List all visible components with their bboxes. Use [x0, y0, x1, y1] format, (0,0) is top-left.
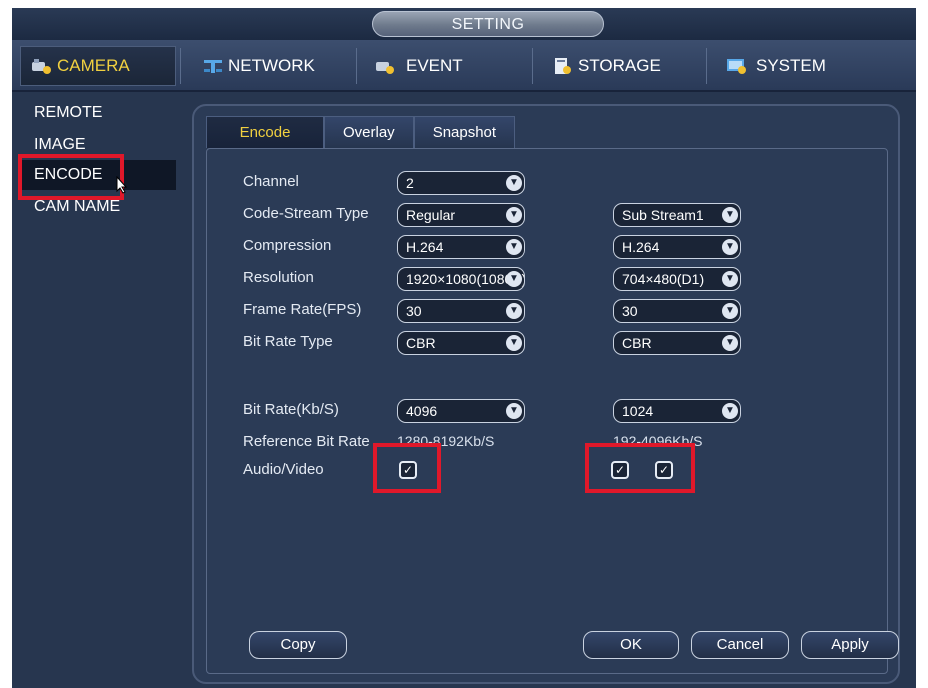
chevron-down-icon: ▼ [722, 403, 738, 419]
tab-bar: Encode Overlay Snapshot [206, 116, 516, 148]
label-code-stream-type: Code-Stream Type [243, 205, 369, 222]
window-title: SETTING [372, 11, 604, 37]
chevron-down-icon: ▼ [722, 239, 738, 255]
title-bar: SETTING [12, 8, 916, 40]
content-panel: Encode Overlay Snapshot Channel Code-Str… [192, 104, 900, 684]
cancel-button[interactable]: Cancel [691, 631, 789, 659]
main-stream-type-value: Regular [406, 207, 456, 223]
main-frame-rate-value: 30 [406, 303, 422, 319]
top-nav: CAMERA NETWORK EVENT STORAGE SYSTEM [12, 40, 916, 92]
highlight-box [585, 443, 695, 493]
sidebar-item-remote[interactable]: REMOTE [20, 98, 176, 128]
nav-camera[interactable]: CAMERA [20, 46, 176, 86]
copy-button[interactable]: Copy [249, 631, 347, 659]
main-bit-rate-select[interactable]: 4096 ▼ [397, 399, 525, 423]
nav-network[interactable]: NETWORK [202, 46, 315, 86]
sub-bit-rate-type-value: CBR [622, 335, 652, 351]
chevron-down-icon: ▼ [506, 207, 522, 223]
nav-storage[interactable]: STORAGE [552, 46, 661, 86]
chevron-down-icon: ▼ [722, 271, 738, 287]
system-icon [726, 57, 748, 75]
nav-divider [180, 48, 181, 84]
chevron-down-icon: ▼ [722, 207, 738, 223]
chevron-down-icon: ▼ [722, 335, 738, 351]
label-channel: Channel [243, 173, 299, 190]
tab-encode[interactable]: Encode [206, 116, 324, 148]
nav-camera-label: CAMERA [57, 56, 130, 75]
sub-stream-type-value: Sub Stream1 [622, 207, 704, 223]
tab-snapshot[interactable]: Snapshot [413, 116, 516, 148]
nav-event-label: EVENT [406, 56, 463, 75]
encode-form: Channel Code-Stream Type Compression Res… [206, 148, 899, 674]
settings-window: CAMERA NETWORK EVENT STORAGE SYSTEM REMO… [12, 40, 916, 688]
storage-icon [552, 57, 574, 75]
label-resolution: Resolution [243, 269, 314, 286]
chevron-down-icon: ▼ [506, 335, 522, 351]
highlight-box [373, 443, 441, 493]
chevron-down-icon: ▼ [506, 239, 522, 255]
main-stream-type-select[interactable]: Regular ▼ [397, 203, 525, 227]
chevron-down-icon: ▼ [506, 303, 522, 319]
label-audio-video: Audio/Video [243, 461, 324, 478]
tab-overlay[interactable]: Overlay [324, 116, 414, 148]
ok-button[interactable]: OK [583, 631, 679, 659]
nav-network-label: NETWORK [228, 56, 315, 75]
main-compression-value: H.264 [406, 239, 444, 255]
highlight-box [18, 154, 124, 200]
main-bit-rate-type-select[interactable]: CBR ▼ [397, 331, 525, 355]
label-bit-rate-type: Bit Rate Type [243, 333, 333, 350]
channel-value: 2 [406, 175, 414, 191]
sub-bit-rate-type-select[interactable]: CBR ▼ [613, 331, 741, 355]
main-compression-select[interactable]: H.264 ▼ [397, 235, 525, 259]
sub-bit-rate-select[interactable]: 1024 ▼ [613, 399, 741, 423]
nav-divider [706, 48, 707, 84]
label-reference-bit-rate: Reference Bit Rate [243, 433, 370, 450]
sub-bit-rate-value: 1024 [622, 403, 654, 419]
apply-button[interactable]: Apply [801, 631, 899, 659]
nav-event[interactable]: EVENT [374, 46, 463, 86]
sub-compression-select[interactable]: H.264 ▼ [613, 235, 741, 259]
sub-resolution-select[interactable]: 704×480(D1) ▼ [613, 267, 741, 291]
chevron-down-icon: ▼ [506, 403, 522, 419]
chevron-down-icon: ▼ [722, 303, 738, 319]
nav-divider [356, 48, 357, 84]
sidebar: REMOTE IMAGE ENCODE CAM NAME [12, 94, 188, 688]
main-frame-rate-select[interactable]: 30 ▼ [397, 299, 525, 323]
channel-select[interactable]: 2 ▼ [397, 171, 525, 195]
chevron-down-icon: ▼ [506, 175, 522, 191]
nav-system[interactable]: SYSTEM [726, 46, 826, 86]
cursor-icon [116, 176, 128, 194]
sub-compression-value: H.264 [622, 239, 660, 255]
network-icon [202, 57, 224, 75]
sub-stream-type-select[interactable]: Sub Stream1 ▼ [613, 203, 741, 227]
main-bit-rate-type-value: CBR [406, 335, 436, 351]
event-icon [374, 57, 396, 75]
sub-resolution-value: 704×480(D1) [622, 271, 705, 287]
main-bit-rate-value: 4096 [406, 403, 438, 419]
sub-frame-rate-select[interactable]: 30 ▼ [613, 299, 741, 323]
nav-storage-label: STORAGE [578, 56, 661, 75]
camera-icon [31, 57, 53, 75]
nav-system-label: SYSTEM [756, 56, 826, 75]
sub-frame-rate-value: 30 [622, 303, 638, 319]
nav-divider [532, 48, 533, 84]
main-resolution-select[interactable]: 1920×1080(1080P) ▼ [397, 267, 525, 291]
label-compression: Compression [243, 237, 332, 254]
label-frame-rate: Frame Rate(FPS) [243, 301, 362, 318]
chevron-down-icon: ▼ [506, 271, 522, 287]
label-bit-rate: Bit Rate(Kb/S) [243, 401, 339, 418]
